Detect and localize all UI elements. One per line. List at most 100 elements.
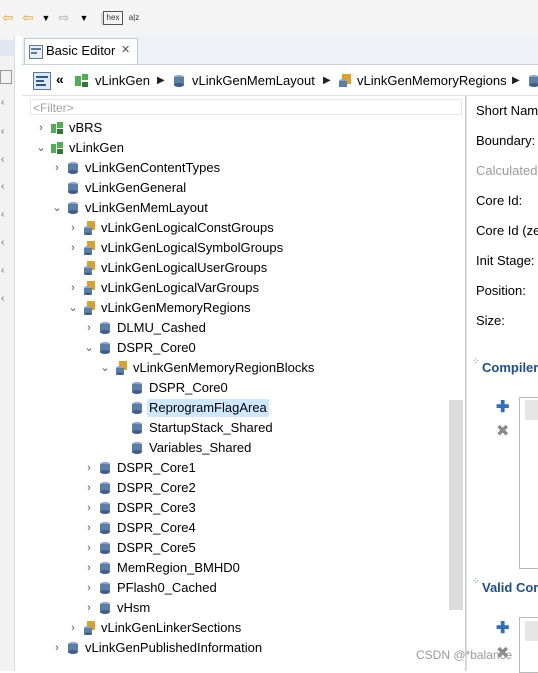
strip-mark: ‹ bbox=[1, 154, 5, 165]
config-container-icon bbox=[529, 75, 538, 87]
double-chevron-left-icon[interactable]: « bbox=[56, 71, 64, 87]
expand-chevron-icon[interactable]: › bbox=[83, 498, 95, 518]
prop-core-id-label: Core Id: bbox=[476, 193, 523, 208]
compiler-list[interactable] bbox=[519, 397, 538, 569]
tree-item[interactable]: › vLinkGenLogicalConstGroups bbox=[67, 218, 465, 238]
prop-calculated-label: Calculated bbox=[476, 163, 538, 178]
expand-chevron-icon[interactable]: › bbox=[83, 318, 95, 338]
tree-item[interactable]: StartupStack_Shared bbox=[115, 418, 465, 438]
expand-chevron-icon[interactable]: › bbox=[83, 578, 95, 598]
expand-chevron-icon[interactable]: › bbox=[67, 278, 79, 298]
tree-item-label: DSPR_Core0 bbox=[149, 380, 228, 395]
tree-item-label: DSPR_Core4 bbox=[117, 520, 196, 535]
tree-item[interactable]: › vLinkGenLogicalSymbolGroups bbox=[67, 238, 465, 258]
group-icon bbox=[82, 281, 96, 296]
add-icon[interactable]: ✚ bbox=[496, 400, 509, 416]
expand-chevron-icon[interactable]: › bbox=[83, 518, 95, 538]
breadcrumb-arrow-icon: ▶ bbox=[323, 75, 331, 86]
collapse-chevron-icon[interactable]: ⌄ bbox=[67, 298, 79, 318]
tree-item[interactable]: › vLinkGenContentTypes bbox=[51, 158, 465, 178]
prop-boundary-label: Boundary: bbox=[476, 133, 536, 148]
tree-item[interactable]: ⌄ vLinkGenMemoryRegionBlocks bbox=[99, 358, 465, 378]
expand-chevron-icon[interactable]: › bbox=[67, 238, 79, 258]
cyl-icon bbox=[130, 441, 144, 455]
tree-item[interactable]: ReprogramFlagArea bbox=[115, 398, 465, 418]
tree-item[interactable]: › DSPR_Core4 bbox=[83, 518, 465, 538]
expand-chevron-icon[interactable]: › bbox=[51, 158, 63, 178]
dropdown-chevron-icon[interactable]: ▼ bbox=[38, 10, 54, 26]
tree-item[interactable]: ⌄ vLinkGenMemLayout bbox=[51, 198, 465, 218]
basic-editor-tab[interactable]: Basic Editor ✕ bbox=[24, 38, 138, 64]
strip-mark: ‹ bbox=[1, 237, 5, 248]
collapse-chevron-icon[interactable]: ⌄ bbox=[51, 198, 63, 218]
tree-item[interactable]: › vLinkGenLinkerSections bbox=[67, 618, 465, 638]
tree-item[interactable]: ⌄ vLinkGen bbox=[35, 138, 465, 158]
expand-chevron-icon[interactable]: › bbox=[67, 218, 79, 238]
swap-icon[interactable]: a|z bbox=[125, 10, 143, 26]
tree-scrollbar-thumb[interactable] bbox=[449, 400, 463, 610]
compiler-section-title[interactable]: Compiler bbox=[482, 360, 538, 375]
left-strip-tab[interactable] bbox=[0, 40, 14, 56]
group-icon bbox=[82, 221, 96, 236]
valid-core-list-header bbox=[525, 621, 538, 641]
add-icon[interactable]: ✚ bbox=[496, 621, 509, 637]
tree-item[interactable]: › MemRegion_BMHD0 bbox=[83, 558, 465, 578]
filter-input[interactable]: <Filter> bbox=[30, 99, 462, 115]
tree-item[interactable]: Variables_Shared bbox=[115, 438, 465, 458]
expand-chevron-icon bbox=[115, 438, 127, 458]
tree-item[interactable]: vLinkGenLogicalUserGroups bbox=[67, 258, 465, 278]
tree-item[interactable]: › DSPR_Core2 bbox=[83, 478, 465, 498]
expand-chevron-icon[interactable]: › bbox=[51, 638, 63, 658]
valid-core-section-title[interactable]: Valid Cor bbox=[482, 580, 538, 595]
expand-chevron-icon[interactable]: › bbox=[83, 458, 95, 478]
tree-item-label: vLinkGenMemoryRegionBlocks bbox=[133, 360, 315, 375]
cyl-icon bbox=[98, 501, 112, 515]
expand-chevron-icon[interactable]: › bbox=[83, 558, 95, 578]
strip-mark: ‹ bbox=[1, 97, 5, 108]
tree-item-label: DSPR_Core1 bbox=[117, 460, 196, 475]
tree-item[interactable]: › vBRS bbox=[35, 118, 465, 138]
tree-item[interactable]: › DSPR_Core5 bbox=[83, 538, 465, 558]
expand-chevron-icon[interactable]: › bbox=[83, 598, 95, 618]
cyl-icon bbox=[98, 341, 112, 355]
collapse-chevron-icon[interactable]: ⌄ bbox=[35, 138, 47, 158]
section-marker-icon: ⁘ bbox=[472, 356, 480, 366]
tree-item[interactable]: ⌄ DSPR_Core0 bbox=[83, 338, 465, 358]
remove-icon[interactable]: ✖ bbox=[496, 424, 509, 440]
hex-icon[interactable]: hex bbox=[103, 11, 123, 25]
tree-item[interactable]: › vHsm bbox=[83, 598, 465, 618]
tree-item[interactable]: › PFlash0_Cached bbox=[83, 578, 465, 598]
tree-item[interactable]: ⌄ vLinkGenMemoryRegions bbox=[67, 298, 465, 318]
tree-item[interactable]: › vLinkGenPublishedInformation bbox=[51, 638, 465, 658]
tab-label: Basic Editor bbox=[46, 43, 116, 58]
back-nav-icon[interactable]: ⇦ bbox=[20, 10, 36, 26]
tree-item-label: vLinkGenLogicalSymbolGroups bbox=[101, 240, 284, 255]
tree-item[interactable]: vLinkGenGeneral bbox=[51, 178, 465, 198]
tree-item[interactable]: › vLinkGenLogicalVarGroups bbox=[67, 278, 465, 298]
forward-nav-icon[interactable]: ⇨ bbox=[56, 10, 72, 26]
editor-icon bbox=[29, 45, 43, 59]
collapse-chevron-icon[interactable]: ⌄ bbox=[99, 358, 111, 378]
tree-item[interactable]: DSPR_Core0 bbox=[115, 378, 465, 398]
breadcrumb-item[interactable]: vLinkGen bbox=[95, 73, 150, 89]
tree-item[interactable]: › DSPR_Core1 bbox=[83, 458, 465, 478]
prop-init-stage-label: Init Stage: bbox=[476, 253, 535, 268]
dropdown-chevron-icon[interactable]: ▼ bbox=[76, 10, 92, 26]
collapse-chevron-icon[interactable]: ⌄ bbox=[83, 338, 95, 358]
tree-item[interactable]: › DLMU_Cashed bbox=[83, 318, 465, 338]
group-container-icon bbox=[339, 74, 351, 87]
cyl-icon bbox=[66, 641, 80, 655]
breadcrumb-editor-icon[interactable] bbox=[33, 72, 51, 90]
breadcrumb-item[interactable]: vLinkGenMemLayout bbox=[192, 73, 315, 89]
left-strip-box[interactable] bbox=[0, 70, 12, 84]
expand-chevron-icon[interactable]: › bbox=[67, 618, 79, 638]
back-arrow-icon[interactable]: ⇦ bbox=[0, 10, 16, 26]
tree-item-label: vLinkGenLogicalUserGroups bbox=[101, 260, 268, 275]
expand-chevron-icon[interactable]: › bbox=[83, 478, 95, 498]
close-icon[interactable]: ✕ bbox=[121, 43, 130, 56]
expand-chevron-icon[interactable]: › bbox=[35, 118, 47, 138]
tree-item[interactable]: › DSPR_Core3 bbox=[83, 498, 465, 518]
cyl-icon bbox=[130, 381, 144, 395]
breadcrumb-item[interactable]: vLinkGenMemoryRegions bbox=[357, 73, 507, 89]
expand-chevron-icon[interactable]: › bbox=[83, 538, 95, 558]
